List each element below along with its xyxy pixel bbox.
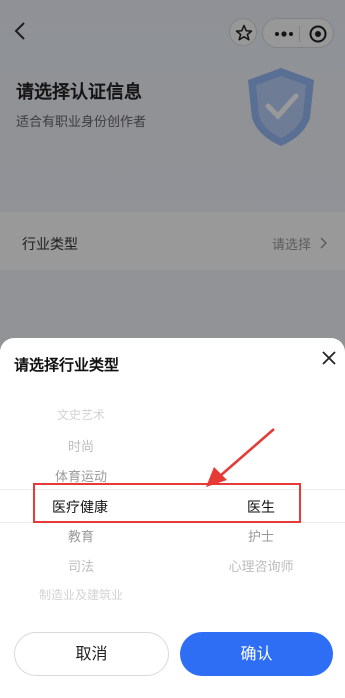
cancel-button[interactable]: 取消 bbox=[14, 632, 169, 676]
annotation-arrow bbox=[206, 428, 275, 487]
picker-option[interactable]: 司法 bbox=[6, 556, 156, 575]
picker-option[interactable]: 文史艺术 bbox=[6, 406, 156, 423]
confirm-button[interactable]: 确认 bbox=[180, 632, 333, 676]
picker-option[interactable]: 教育 bbox=[6, 526, 156, 545]
picker-option[interactable]: 时尚 bbox=[6, 436, 156, 455]
picker-option[interactable]: 制造业及建筑业 bbox=[6, 586, 156, 603]
picker-option[interactable]: 心理咨询师 bbox=[186, 556, 336, 575]
picker-option[interactable]: 护士 bbox=[186, 526, 336, 545]
